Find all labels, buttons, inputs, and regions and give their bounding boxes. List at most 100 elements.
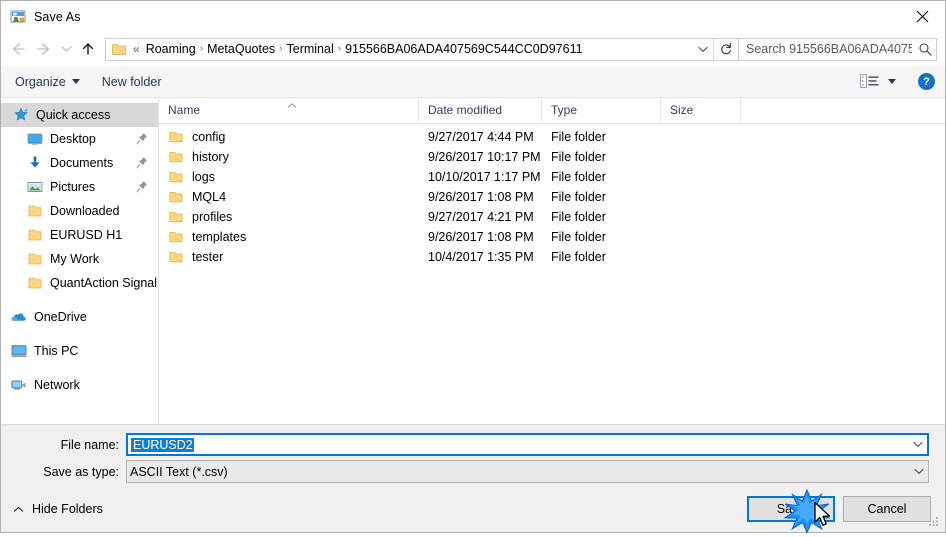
table-row[interactable]: history 9/26/2017 10:17 PM File folder <box>159 147 945 167</box>
table-row[interactable]: config 9/27/2017 4:44 PM File folder <box>159 127 945 147</box>
file-type-cell: File folder <box>551 190 606 204</box>
up-arrow-icon <box>82 43 94 55</box>
view-layout-icon <box>860 74 879 88</box>
column-header-size[interactable]: Size <box>661 98 741 123</box>
sidebar-item-label: Network <box>34 378 80 392</box>
save-as-type-value: ASCII Text (*.csv) <box>130 464 228 479</box>
file-list-pane: Name Date modified Type Size config 9/27… <box>159 98 945 424</box>
folder-icon <box>27 251 43 267</box>
refresh-button[interactable] <box>713 38 738 60</box>
sidebar-item-desktop[interactable]: Desktop <box>1 127 158 151</box>
title-bar: Save As <box>1 1 945 32</box>
save-as-type-dropdown-button[interactable] <box>910 468 928 475</box>
change-view-button[interactable] <box>860 74 896 89</box>
table-row[interactable]: templates 9/26/2017 1:08 PM File folder <box>159 227 945 247</box>
breadcrumb-item-3[interactable]: 915566BA06ADA407569C544CC0D97611 <box>342 42 585 56</box>
resize-grip[interactable] <box>928 516 940 528</box>
table-row[interactable]: tester 10/4/2017 1:35 PM File folder <box>159 247 945 267</box>
file-name-label: history <box>192 150 229 164</box>
file-name-label: profiles <box>192 210 233 224</box>
breadcrumb-item-0[interactable]: Roaming <box>143 42 199 56</box>
help-button[interactable]: ? <box>918 73 935 90</box>
column-headers: Name Date modified Type Size <box>159 98 945 124</box>
breadcrumb: « Roaming › MetaQuotes › Terminal › 9155… <box>131 42 693 56</box>
forward-button[interactable] <box>31 36 57 62</box>
network-icon <box>11 377 27 393</box>
file-date-cell: 9/27/2017 4:21 PM <box>428 210 534 224</box>
table-row[interactable]: logs 10/10/2017 1:17 PM File folder <box>159 167 945 187</box>
save-button-label: Save <box>776 502 806 516</box>
file-type-cell: File folder <box>551 150 606 164</box>
sidebar-item-label: Downloaded <box>50 204 120 218</box>
sidebar-item-onedrive[interactable]: OneDrive <box>1 305 158 329</box>
sidebar-item-downloaded[interactable]: Downloaded <box>1 199 158 223</box>
address-dropdown-button[interactable] <box>693 39 713 60</box>
column-header-type[interactable]: Type <box>542 98 661 123</box>
sidebar-item-eurusd-h1[interactable]: EURUSD H1 <box>1 223 158 247</box>
address-bar[interactable]: « Roaming › MetaQuotes › Terminal › 9155… <box>105 37 739 61</box>
save-form: File name: EURUSD2 Save as type: ASCII T… <box>1 424 945 486</box>
file-date-cell: 10/10/2017 1:17 PM <box>428 170 541 184</box>
chevron-down-icon <box>698 46 708 52</box>
folder-icon <box>168 149 184 165</box>
folder-icon <box>168 129 184 145</box>
search-box[interactable] <box>739 37 937 61</box>
breadcrumb-separator: › <box>279 42 283 54</box>
close-button[interactable] <box>899 1 945 31</box>
sidebar-item-network[interactable]: Network <box>1 373 158 397</box>
sidebar-item-quantaction-signal[interactable]: QuantAction Signal <box>1 271 158 295</box>
file-date-cell: 9/26/2017 10:17 PM <box>428 150 541 164</box>
folder-icon <box>27 203 43 219</box>
file-name-input[interactable]: EURUSD2 <box>126 433 929 456</box>
organize-button[interactable]: Organize <box>15 75 80 89</box>
breadcrumb-item-2[interactable]: Terminal <box>284 42 337 56</box>
sidebar-item-label: EURUSD H1 <box>50 228 123 242</box>
file-date-cell: 9/26/2017 1:08 PM <box>428 190 534 204</box>
up-button[interactable] <box>75 36 101 62</box>
file-name-label: File name: <box>60 437 119 452</box>
save-button[interactable]: Save <box>747 496 835 522</box>
file-name-dropdown-button[interactable] <box>909 441 927 448</box>
sidebar-item-label: My Work <box>50 252 100 266</box>
save-as-type-select[interactable]: ASCII Text (*.csv) <box>126 460 929 483</box>
sidebar-item-pictures[interactable]: Pictures <box>1 175 158 199</box>
file-size-cell <box>661 227 741 247</box>
chevron-up-icon <box>13 506 24 513</box>
column-header-filler <box>741 98 945 123</box>
folder-icon <box>111 41 127 57</box>
recent-locations-button[interactable] <box>57 36 75 62</box>
hide-folders-button[interactable]: Hide Folders <box>13 502 103 516</box>
save-as-type-label: Save as type: <box>43 464 119 479</box>
sidebar-item-this-pc[interactable]: This PC <box>1 339 158 363</box>
hide-folders-label: Hide Folders <box>32 502 103 516</box>
file-size-cell <box>661 187 741 207</box>
file-name-cell: config <box>159 127 419 147</box>
breadcrumb-item-1[interactable]: MetaQuotes <box>204 42 278 56</box>
table-row[interactable]: MQL4 9/26/2017 1:08 PM File folder <box>159 187 945 207</box>
breadcrumb-overflow[interactable]: « <box>131 42 143 56</box>
file-rows: config 9/27/2017 4:44 PM File folder his… <box>159 124 945 424</box>
chevron-down-icon[interactable] <box>888 79 896 84</box>
save-as-dialog: Save As « Roaming › MetaQuotes › Termina… <box>0 0 946 534</box>
folder-icon <box>168 249 184 265</box>
folder-icon <box>27 227 43 243</box>
sidebar-item-documents[interactable]: Documents <box>1 151 158 175</box>
sidebar-item-label: QuantAction Signal <box>50 276 158 290</box>
dialog-footer: Hide Folders Save Cancel <box>1 486 945 532</box>
forward-arrow-icon <box>37 43 50 55</box>
sidebar-item-my-work[interactable]: My Work <box>1 247 158 271</box>
search-input[interactable] <box>739 41 914 57</box>
pin-icon <box>136 132 148 148</box>
file-date-cell: 10/4/2017 1:35 PM <box>428 250 534 264</box>
column-header-date-modified[interactable]: Date modified <box>419 98 542 123</box>
cancel-button[interactable]: Cancel <box>843 496 931 522</box>
sidebar-item-quick-access[interactable]: Quick access <box>1 103 158 127</box>
refresh-icon <box>721 43 731 55</box>
table-row[interactable]: profiles 9/27/2017 4:21 PM File folder <box>159 207 945 227</box>
file-name-value-wrap: EURUSD2 <box>128 437 909 452</box>
file-size-cell <box>661 127 741 147</box>
back-button[interactable] <box>5 36 31 62</box>
file-name-cell: MQL4 <box>159 187 419 207</box>
new-folder-button[interactable]: New folder <box>102 75 162 89</box>
sidebar-item-label: OneDrive <box>34 310 87 324</box>
